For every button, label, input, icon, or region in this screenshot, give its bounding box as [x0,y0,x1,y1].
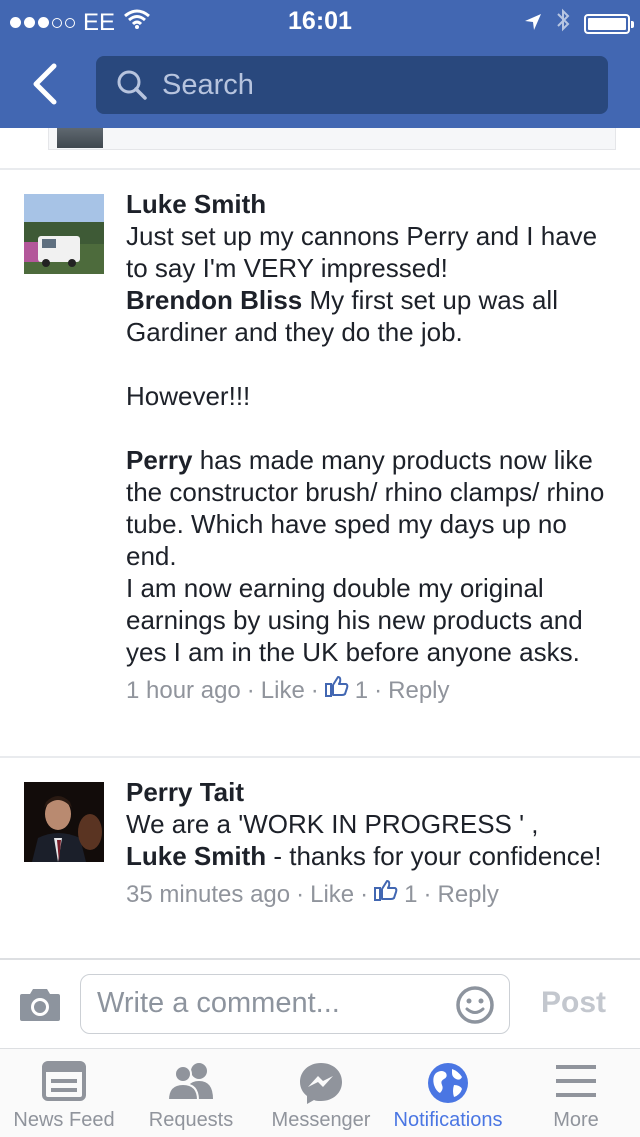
search-placeholder: Search [162,68,254,101]
status-bar: EE 16:01 [0,0,640,42]
tab-label: Notifications [393,1109,503,1131]
camera-icon [20,989,60,1021]
comment-text: I am now earning double my original earn… [126,573,583,667]
comment-text: has made many products now like the cons… [126,445,605,571]
friend-requests-icon [166,1063,213,1101]
globe-icon [428,1063,468,1103]
news-feed-icon [42,1061,86,1101]
tab-label: Messenger [271,1109,371,1131]
comment-item: Luke Smith Just set up my cannons Perry … [0,170,640,756]
meta-separator: · [246,676,255,704]
tab-bar: News Feed Requests Messenger Notificatio… [0,1048,640,1137]
tab-messenger[interactable]: Messenger [257,1049,385,1137]
meta-separator: · [423,880,432,908]
mention-link[interactable]: Brendon Bliss [126,285,302,315]
thumbs-up-icon [324,674,349,707]
bluetooth-icon [556,8,570,39]
reply-button[interactable]: Reply [388,675,449,707]
post-button[interactable]: Post [541,986,606,1020]
comment-meta: 1 hour ago · Like · 1 · Reply [126,674,620,707]
comment-timestamp: 35 minutes ago [126,880,291,908]
comment-text: - thanks for your confidence! [266,841,602,871]
comment-input[interactable]: Write a comment... [80,974,510,1034]
comment-timestamp: 1 hour ago [126,676,241,704]
like-button[interactable]: Like [310,879,354,911]
shared-post-preview[interactable] [48,128,616,150]
avatar[interactable] [24,782,104,862]
comment-body: Just set up my cannons Perry and I have … [126,220,620,668]
tab-label: Requests [148,1109,234,1131]
messenger-icon [300,1063,342,1104]
comment-author[interactable]: Perry Tait [126,776,620,808]
avatar[interactable] [24,194,104,274]
reply-button[interactable]: Reply [438,879,499,911]
top-bar: EE 16:01 Search [0,0,640,128]
comment-text: We are a 'WORK IN PROGRESS ' , [126,809,539,839]
comment-author[interactable]: Luke Smith [126,188,620,220]
sticker-button[interactable] [455,985,495,1030]
meta-separator: · [374,676,383,704]
location-arrow-icon [524,10,542,38]
tab-requests[interactable]: Requests [127,1049,255,1137]
comment-body: We are a 'WORK IN PROGRESS ' , Luke Smit… [126,808,620,872]
like-button[interactable]: Like [261,675,305,707]
meta-separator: · [296,880,305,908]
comment-item: Perry Tait We are a 'WORK IN PROGRESS ' … [0,758,640,956]
like-count: 1 [354,676,369,704]
shared-post-thumbnail [57,128,103,148]
comment-composer: Write a comment... Post [0,958,640,1050]
like-count: 1 [404,880,418,908]
smiley-icon [456,986,494,1024]
back-button[interactable] [28,62,68,106]
tab-notifications[interactable]: Notifications [384,1049,512,1137]
comment-meta: 35 minutes ago · Like · 1 · Reply [126,878,620,911]
tab-label: More [553,1109,599,1131]
meta-separator: · [310,676,319,704]
chevron-left-icon [33,63,57,105]
camera-button[interactable] [18,988,62,1027]
comment-placeholder: Write a comment... [97,987,340,1019]
comment-text: However!!! [126,381,251,411]
meta-separator: · [360,880,369,908]
tab-news-feed[interactable]: News Feed [0,1049,128,1137]
search-icon [117,70,147,100]
battery-icon [584,13,634,34]
thumbs-up-icon [374,878,398,911]
menu-icon [556,1065,596,1097]
mention-link[interactable]: Luke Smith [126,841,266,871]
search-bar[interactable]: Search [96,56,608,114]
tab-more[interactable]: More [512,1049,640,1137]
mention-link[interactable]: Perry [126,445,193,475]
comment-text: Just set up my cannons Perry and I have … [126,221,598,283]
